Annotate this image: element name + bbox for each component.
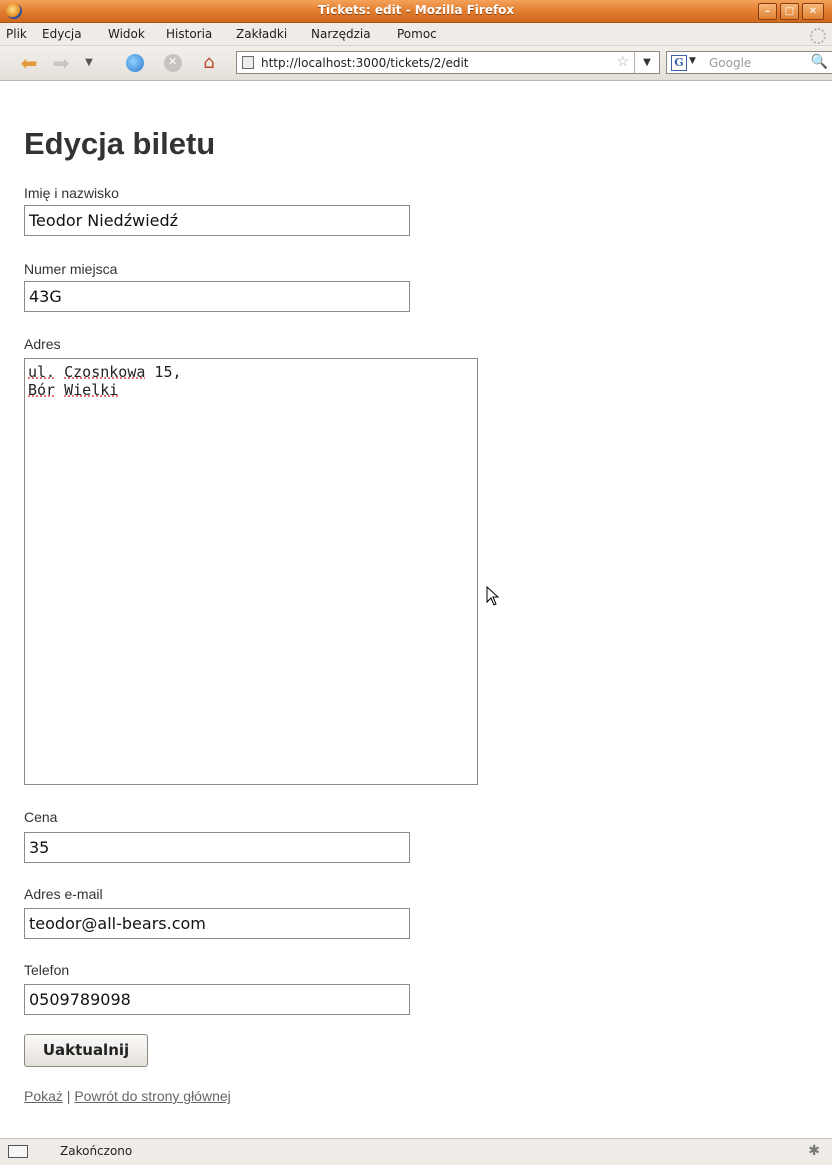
menu-edycja[interactable]: Edycja (42, 27, 82, 41)
back-link[interactable]: Powrót do strony głównej (74, 1088, 230, 1104)
status-icon (8, 1145, 28, 1158)
address-word: Czosnkowa (64, 363, 146, 381)
url-dropdown-icon[interactable]: ▼ (634, 52, 659, 73)
page-links: Pokaż | Powrót do strony głównej (24, 1088, 231, 1104)
search-bar[interactable]: G ▼ Google 🔍 (666, 51, 832, 74)
menu-widok[interactable]: Widok (108, 27, 145, 41)
status-text: Zakończono (60, 1144, 133, 1158)
link-separator: | (62, 1088, 75, 1104)
throbber-icon (810, 28, 826, 44)
name-field[interactable]: Teodor Niedźwiedź (24, 205, 410, 236)
window-title: Tickets: edit - Mozilla Firefox (317, 3, 515, 17)
google-engine-icon[interactable]: G (671, 55, 687, 71)
stop-icon[interactable] (164, 54, 182, 72)
maximize-button[interactable]: □ (780, 3, 799, 20)
menu-zakladki[interactable]: Zakładki (236, 27, 287, 41)
status-bar: Zakończono ✱ (0, 1138, 832, 1165)
menu-bar: Plik Edycja Widok Historia Zakładki Narz… (0, 23, 832, 46)
menu-narzedzia[interactable]: Narzędzia (311, 27, 371, 41)
menu-plik[interactable]: Plik (6, 27, 27, 41)
addon-icon[interactable]: ✱ (808, 1143, 820, 1159)
menu-historia[interactable]: Historia (166, 27, 212, 41)
address-number: 15, (145, 363, 182, 381)
phone-label: Telefon (24, 962, 70, 978)
history-dropdown-icon[interactable]: ▼ (82, 53, 96, 73)
name-label: Imię i nazwisko (24, 185, 119, 201)
page-icon (242, 56, 254, 69)
home-icon[interactable]: ⌂ (198, 53, 220, 73)
page-content: Edycja biletu Imię i nazwisko Teodor Nie… (0, 81, 832, 1138)
minimize-button[interactable]: – (758, 3, 777, 20)
address-word: Bór (28, 381, 56, 399)
bookmark-star-icon[interactable]: ☆ (616, 54, 629, 70)
engine-dropdown-icon[interactable]: ▼ (689, 56, 696, 66)
search-icon[interactable]: 🔍 (811, 54, 828, 70)
mouse-cursor-icon (486, 586, 500, 606)
close-button[interactable]: ✕ (802, 3, 824, 20)
forward-arrow-icon[interactable]: ➡ (50, 53, 72, 73)
address-word: ul. (28, 363, 56, 381)
price-label: Cena (24, 809, 58, 825)
seat-label: Numer miejsca (24, 261, 118, 277)
page-title: Edycja biletu (24, 126, 216, 161)
seat-field[interactable]: 43G (24, 281, 410, 312)
address-textarea[interactable]: ul. Czosnkowa 15, Bór Wielki (24, 358, 478, 785)
menu-pomoc[interactable]: Pomoc (397, 27, 437, 41)
search-placeholder[interactable]: Google (709, 56, 751, 70)
email-field[interactable]: teodor@all-bears.com (24, 908, 410, 939)
show-link[interactable]: Pokaż (24, 1088, 63, 1104)
phone-field[interactable]: 0509789098 (24, 984, 410, 1015)
back-arrow-icon[interactable]: ⬅ (18, 53, 40, 73)
price-field[interactable]: 35 (24, 832, 410, 863)
url-bar[interactable]: http://localhost:3000/tickets/2/edit ☆ ▼ (236, 51, 660, 74)
email-label: Adres e-mail (24, 886, 103, 902)
window-titlebar: Tickets: edit - Mozilla Firefox – □ ✕ (0, 0, 832, 23)
url-text[interactable]: http://localhost:3000/tickets/2/edit (261, 56, 469, 70)
reload-icon[interactable] (126, 54, 144, 72)
update-button[interactable]: Uaktualnij (24, 1034, 148, 1067)
address-word: Wielki (64, 381, 119, 399)
address-label: Adres (24, 336, 61, 352)
